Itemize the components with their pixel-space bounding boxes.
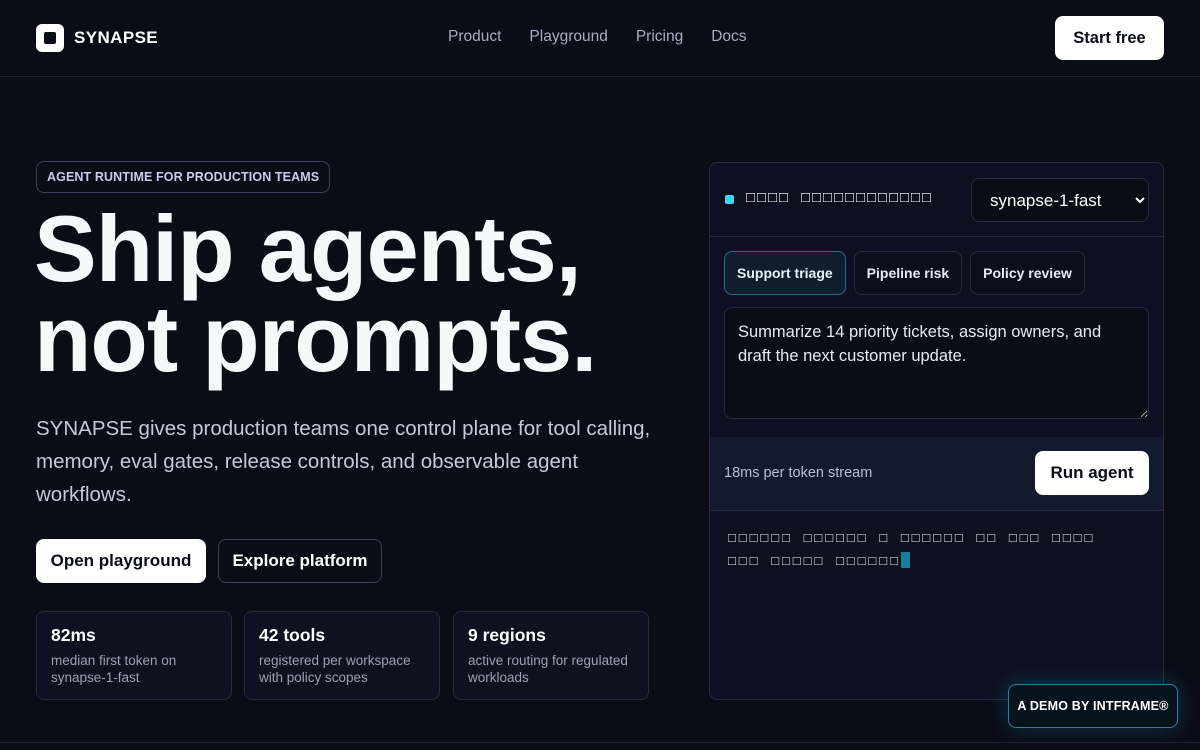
open-playground-button[interactable]: Open playground	[36, 539, 206, 583]
explore-platform-button[interactable]: Explore platform	[218, 539, 382, 583]
stat-value: 9 regions	[468, 625, 546, 645]
scenario-tabs: Support triage Pipeline risk Policy revi…	[724, 251, 1085, 295]
stat-card-regions: 9 regions active routing for regulated w…	[453, 611, 649, 700]
tab-pipeline-risk[interactable]: Pipeline risk	[853, 251, 963, 295]
cursor-icon	[900, 552, 910, 568]
stat-value: 82ms	[51, 625, 96, 645]
prompt-input[interactable]: Summarize 14 priority tickets, assign ow…	[724, 307, 1149, 419]
stat-description: active routing for regulated workloads	[468, 653, 628, 685]
run-agent-button[interactable]: Run agent	[1035, 451, 1149, 495]
run-bar: 18ms per token stream Run agent	[710, 437, 1163, 511]
start-free-button[interactable]: Start free	[1055, 16, 1164, 60]
hero-headline: Ship agents, not prompts.	[34, 202, 674, 386]
nav-docs[interactable]: Docs	[711, 28, 746, 46]
stat-card-tools: 42 tools registered per workspace with p…	[244, 611, 440, 700]
logo-text: SYNAPSE	[74, 28, 159, 47]
hero-badge: AGENT RUNTIME FOR PRODUCTION TEAMS	[36, 161, 331, 193]
output-line-2: □□□ □□□□□ □□□□□□	[728, 554, 901, 569]
panel-header: □□□□ □□□□□□□□□□□□ synapse-1-fast	[710, 163, 1163, 237]
divider	[0, 742, 1200, 743]
nav-playground[interactable]: Playground	[529, 28, 607, 46]
agent-demo-panel: □□□□ □□□□□□□□□□□□ synapse-1-fast Support…	[709, 162, 1164, 700]
headline-line-2: not prompts.	[34, 286, 597, 391]
stat-description: median first token on synapse-1-fast	[51, 653, 177, 685]
hero-subtext: SYNAPSE gives production teams one contr…	[36, 417, 651, 506]
logo[interactable]: SYNAPSE	[36, 24, 158, 52]
live-indicator-icon	[725, 195, 734, 204]
stat-description: registered per workspace with policy sco…	[259, 653, 411, 685]
tab-policy-review[interactable]: Policy review	[970, 251, 1085, 295]
nav-pricing[interactable]: Pricing	[636, 28, 683, 46]
stat-card-latency: 82ms median first token on synapse-1-fas…	[36, 611, 232, 700]
main-nav: Product Playground Pricing Docs	[448, 28, 747, 46]
panel-title: □□□□ □□□□□□□□□□□□	[746, 190, 934, 207]
demo-badge[interactable]: A DEMO BY INTFRAME®	[1008, 684, 1178, 728]
site-header: SYNAPSE Product Playground Pricing Docs …	[0, 0, 1200, 77]
tab-support-triage[interactable]: Support triage	[724, 251, 846, 295]
nav-product[interactable]: Product	[448, 28, 501, 46]
stat-value: 42 tools	[259, 625, 326, 645]
model-select[interactable]: synapse-1-fast	[971, 178, 1149, 222]
agent-output: □□□□□□ □□□□□□ □ □□□□□□ □□ □□□ □□□□ □□□ □…	[728, 527, 1148, 573]
logo-icon	[36, 24, 64, 52]
latency-text: 18ms per token stream	[724, 465, 873, 481]
output-line-1: □□□□□□ □□□□□□ □ □□□□□□ □□ □□□ □□□□	[728, 531, 1096, 546]
